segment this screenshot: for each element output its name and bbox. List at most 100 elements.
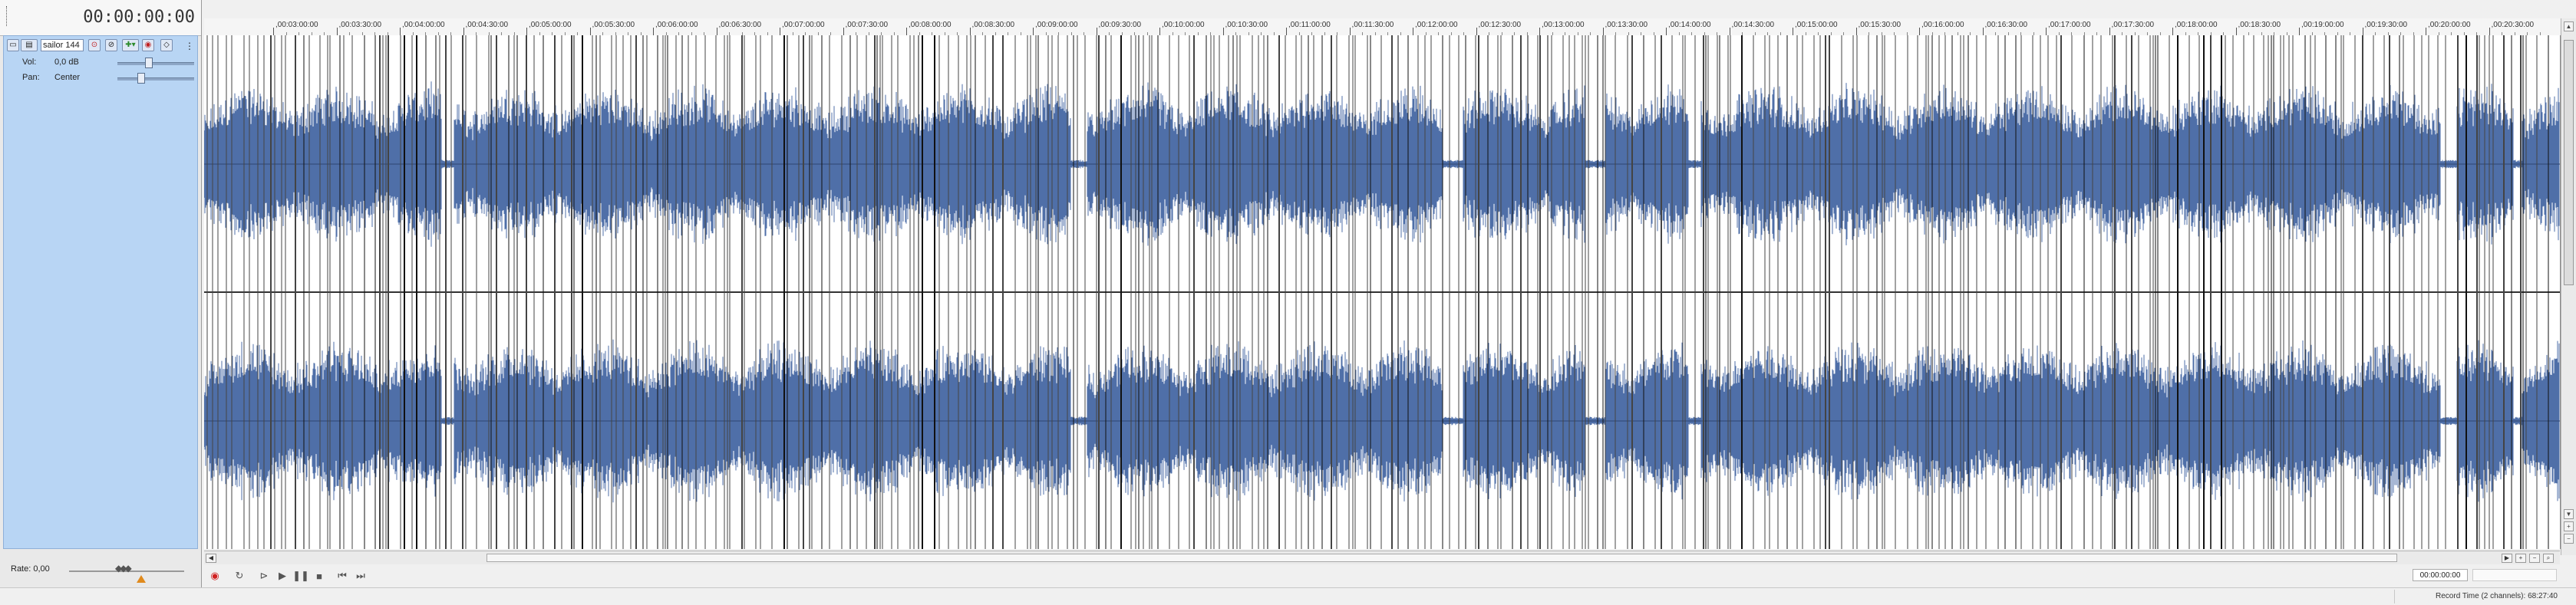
more-icon[interactable]: ⋮ (185, 41, 194, 51)
selection-length-field[interactable] (2472, 569, 2557, 581)
ruler-label: ,00:14:30:00 (1731, 21, 1775, 29)
scroll-down-icon[interactable]: ▼ (2564, 509, 2574, 519)
ruler-tick (336, 28, 338, 35)
volume-row: Vol: 0,0 dB (10, 56, 194, 70)
volume-fader-track[interactable] (117, 62, 194, 65)
ruler-label: ,00:16:30:00 (1984, 21, 2028, 29)
ruler-label: ,00:16:00:00 (1921, 21, 1964, 29)
ruler-tick (1286, 28, 1287, 35)
record-time: Record Time (2 channels): 68:27:40 (2436, 592, 2558, 600)
ruler-tick (1033, 28, 1034, 35)
volume-value: 0,0 dB (54, 58, 79, 67)
ruler-tick (1919, 28, 1920, 35)
ruler-label: ,00:19:00:00 (2301, 21, 2344, 29)
track-list-panel: 00:00:00:00 ▭ ▤ sailor 144 ⊙ ⊘ ✚▾ ◉ ◇ ⋮ … (0, 0, 202, 604)
ruler-label: ,00:20:30:00 (2491, 21, 2535, 29)
time-display: 00:00:00:00 (0, 0, 201, 36)
ruler-tick (1349, 28, 1351, 35)
vertical-scroll-thumb[interactable] (2564, 40, 2574, 285)
zoom-in-horizontal-icon[interactable]: + (2515, 554, 2526, 563)
ruler-label: ,00:17:00:00 (2048, 21, 2091, 29)
track-fx-icon[interactable]: ▤ (21, 39, 38, 51)
zoom-out-horizontal-icon[interactable]: − (2529, 554, 2540, 563)
ruler-label: ,00:18:30:00 (2238, 21, 2281, 29)
ruler-label: ,00:09:00:00 (1035, 21, 1078, 29)
ruler-tick (2235, 28, 2237, 35)
ruler-tick (1159, 28, 1160, 35)
play-from-start-icon[interactable]: ⊳ (256, 569, 272, 583)
ruler-label: ,00:05:30:00 (592, 21, 635, 29)
track-name-field[interactable]: sailor 144 (41, 39, 84, 51)
horizontal-scrollbar[interactable]: ◀ ▶ + − ⌕ (204, 551, 2560, 565)
cursor-position-field[interactable]: 00:00:00:00 (2413, 569, 2468, 581)
ruler-label: ,00:07:00:00 (782, 21, 825, 29)
ruler-label: ,00:11:30:00 (1351, 21, 1394, 29)
pan-fader-track[interactable] (117, 77, 194, 81)
ruler-label: ,00:10:00:00 (1162, 21, 1205, 29)
ruler-label: ,00:18:00:00 (2175, 21, 2218, 29)
ruler-tick (2046, 28, 2047, 35)
pan-row: Pan: Center (10, 71, 194, 85)
ruler-label: ,00:13:00:00 (1542, 21, 1585, 29)
ruler-tick (1982, 28, 1984, 35)
ruler-label: ,00:03:30:00 (338, 21, 382, 29)
ruler-label: ,00:05:00:00 (529, 21, 572, 29)
timeline[interactable] (204, 35, 2561, 549)
stop-icon[interactable]: ■ (312, 569, 327, 583)
ruler-label: ,00:07:30:00 (845, 21, 889, 29)
rate-marker-icon (137, 575, 146, 583)
pan-value: Center (54, 73, 81, 82)
grip-handle[interactable] (6, 6, 9, 26)
play-icon[interactable]: ▶ (275, 569, 290, 583)
ruler-tick (1666, 28, 1667, 35)
pan-fader-thumb[interactable] (137, 73, 145, 84)
solo-icon[interactable]: ◉ (142, 39, 154, 51)
ruler-tick (526, 28, 527, 35)
record-icon[interactable]: ◉ (207, 569, 223, 583)
insert-fx-icon[interactable]: ✚▾ (122, 39, 139, 51)
vertical-scrollbar[interactable]: ▲ ▼ + − (2561, 18, 2576, 555)
mute-icon[interactable]: ⊘ (105, 39, 117, 51)
ruler-tick (906, 28, 907, 35)
zoom-out-vertical-icon[interactable]: − (2564, 534, 2574, 544)
ruler-label: ,00:15:30:00 (1858, 21, 1901, 29)
automation-icon[interactable]: ◇ (160, 39, 173, 51)
waveform-display[interactable] (204, 35, 2560, 549)
track-header[interactable]: ▭ ▤ sailor 144 ⊙ ⊘ ✚▾ ◉ ◇ ⋮ Vol: 0,0 dB … (3, 35, 198, 549)
ruler-label: ,00:13:30:00 (1605, 21, 1648, 29)
record-arm-icon[interactable]: ⊙ (88, 39, 101, 51)
ruler-tick (2172, 28, 2173, 35)
loop-icon[interactable]: ↻ (232, 569, 247, 583)
waveform-channel-right (204, 339, 2560, 503)
ruler-tick (2299, 28, 2300, 35)
pause-icon[interactable]: ❚❚ (292, 569, 309, 583)
ruler-label: ,00:06:30:00 (718, 21, 762, 29)
status-bar: Record Time (2 channels): 68:27:40 (0, 587, 2576, 605)
ruler-tick (1476, 28, 1477, 35)
go-to-start-icon[interactable]: ⏮ (335, 569, 350, 583)
ruler-label: ,00:03:00:00 (275, 21, 318, 29)
rate-slider-thumb[interactable]: ◆◆◆ (115, 563, 132, 574)
ruler-label: ,00:04:30:00 (465, 21, 509, 29)
scroll-up-icon[interactable]: ▲ (2564, 21, 2574, 31)
scroll-left-icon[interactable]: ◀ (206, 554, 216, 563)
ruler-label: ,00:04:00:00 (402, 21, 445, 29)
scroll-right-icon[interactable]: ▶ (2502, 554, 2512, 563)
volume-fader-thumb[interactable] (145, 58, 153, 68)
ruler-label: ,00:12:30:00 (1478, 21, 1522, 29)
horizontal-scroll-thumb[interactable] (487, 554, 2397, 562)
ruler-tick (2489, 28, 2490, 35)
ruler-tick (843, 28, 844, 35)
go-to-end-icon[interactable]: ⏭ (353, 569, 368, 583)
marker-bar[interactable] (204, 0, 2560, 19)
zoom-tool-icon[interactable]: ⌕ (2543, 554, 2554, 563)
ruler-label: ,00:06:00:00 (655, 21, 698, 29)
track-options-icon[interactable]: ▭ (7, 39, 19, 51)
ruler-tick (1539, 28, 1540, 35)
ruler-label: ,00:12:00:00 (1415, 21, 1458, 29)
ruler-tick (969, 28, 971, 35)
time-ruler[interactable]: ,00:03:00:00 ,00:03:30:00 ,00:04:00:00 ,00:… (204, 18, 2560, 36)
ruler-tick (589, 28, 591, 35)
waveform-channel-left (204, 81, 2560, 247)
zoom-in-vertical-icon[interactable]: + (2564, 521, 2574, 531)
